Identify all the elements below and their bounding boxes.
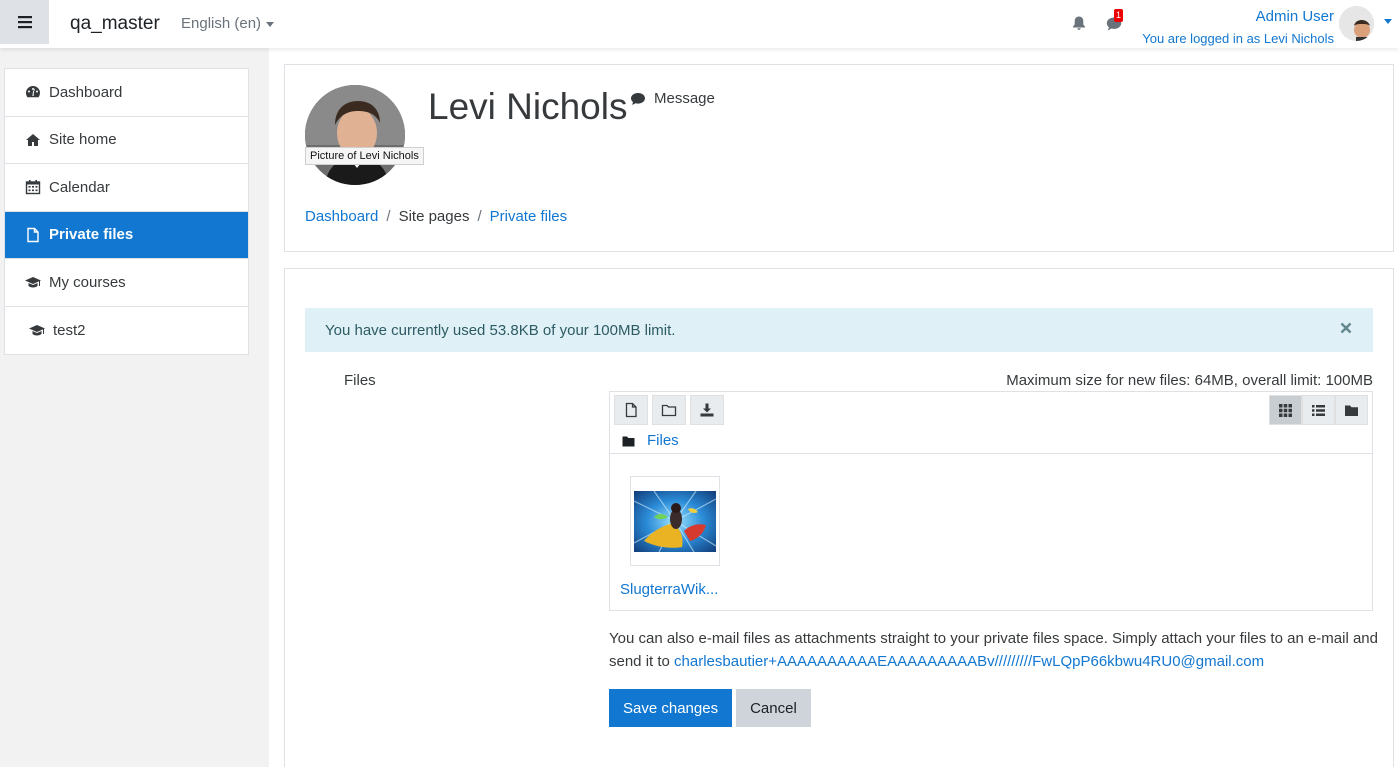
bell-icon[interactable] — [1071, 15, 1087, 31]
quota-alert-text: You have currently used 53.8KB of your 1… — [325, 321, 676, 339]
drawer-item-site-home[interactable]: Site home — [5, 117, 248, 164]
download-icon — [700, 403, 714, 417]
drawer-item-private-files[interactable]: Private files — [5, 211, 248, 259]
grid-icon — [1279, 403, 1292, 417]
email-instructions: You can also e-mail files as attachments… — [609, 627, 1379, 673]
breadcrumb-site-pages: Site pages — [398, 208, 470, 225]
caret-down-icon — [266, 21, 275, 27]
hamburger-icon — [17, 16, 32, 29]
calendar-icon — [25, 180, 41, 195]
view-list-button[interactable] — [1302, 395, 1335, 425]
graduation-cap-icon — [29, 325, 45, 336]
page-header: Picture of Levi Nichols Levi Nichols Mes… — [284, 64, 1394, 252]
save-changes-button[interactable]: Save changes — [609, 689, 733, 727]
breadcrumb-private-files[interactable]: Private files — [490, 208, 568, 225]
message-count-badge: 1 — [1114, 9, 1124, 22]
drawer-item-label: Calendar — [49, 178, 110, 196]
quota-alert: You have currently used 53.8KB of your 1… — [305, 308, 1373, 352]
view-switcher — [1269, 395, 1368, 425]
file-thumbnail[interactable] — [630, 476, 720, 566]
folder-icon — [1345, 405, 1358, 416]
file-manager-divider — [610, 453, 1372, 454]
image-thumbnail — [634, 490, 716, 552]
drawer-item-label: My courses — [49, 273, 126, 291]
folder-icon — [661, 404, 677, 417]
user-menu-name[interactable]: Admin User — [1256, 8, 1334, 25]
form-buttons: Save changes Cancel — [609, 689, 811, 727]
navbar: qa_master English (en) 1 Admin User You … — [0, 0, 1399, 48]
cancel-button[interactable]: Cancel — [736, 689, 811, 727]
user-avatar[interactable] — [1339, 6, 1374, 41]
profile-photo — [305, 85, 405, 185]
files-label: Files — [344, 372, 376, 389]
language-label: English (en) — [181, 15, 262, 32]
view-icons-button[interactable] — [1269, 395, 1302, 425]
drawer-nav-list: Dashboard Site home Calendar Private fil… — [4, 68, 249, 355]
drawer-item-test2[interactable]: test2 — [5, 307, 248, 355]
breadcrumb-separator: / — [477, 208, 482, 225]
download-all-button[interactable] — [690, 395, 724, 425]
main-region: Picture of Levi Nichols Levi Nichols Mes… — [269, 48, 1399, 767]
profile-picture[interactable] — [305, 85, 405, 185]
add-file-button[interactable] — [614, 395, 648, 425]
breadcrumb-separator: / — [386, 208, 391, 225]
graduation-cap-icon — [25, 277, 41, 288]
view-tree-button[interactable] — [1335, 395, 1368, 425]
site-name-link[interactable]: qa_master — [70, 13, 160, 35]
avatar-image — [1339, 6, 1374, 41]
file-icon — [27, 227, 39, 242]
message-button[interactable]: Message — [630, 90, 715, 107]
drawer-item-calendar[interactable]: Calendar — [5, 164, 248, 212]
email-address-link[interactable]: charlesbautier+AAAAAAAAAAEAAAAAAAAABv///… — [674, 653, 1264, 670]
home-icon — [26, 133, 40, 146]
folder-path-link[interactable]: Files — [647, 432, 679, 449]
private-files-card: You have currently used 53.8KB of your 1… — [284, 268, 1394, 767]
dashboard-icon — [26, 86, 40, 98]
drawer-item-label: Site home — [49, 131, 117, 149]
create-folder-button[interactable] — [652, 395, 686, 425]
drawer-item-label: test2 — [53, 321, 86, 339]
close-icon[interactable] — [1339, 321, 1353, 335]
profile-picture-tooltip: Picture of Levi Nichols — [305, 147, 424, 165]
nav-drawer: Dashboard Site home Calendar Private fil… — [0, 48, 269, 767]
drawer-item-my-courses[interactable]: My courses — [5, 259, 248, 307]
max-size-text: Maximum size for new files: 64MB, overal… — [1006, 372, 1373, 389]
folder-icon — [622, 436, 635, 446]
breadcrumb: Dashboard / Site pages / Private files — [305, 208, 567, 225]
breadcrumb-dashboard[interactable]: Dashboard — [305, 208, 378, 225]
logged-in-as-text: You are logged in as Levi Nichols — [1142, 31, 1334, 46]
file-icon — [625, 402, 637, 418]
drawer-item-dashboard[interactable]: Dashboard — [5, 69, 248, 117]
file-name-link[interactable]: SlugterraWik... — [620, 581, 718, 598]
page-title: Levi Nichols — [428, 86, 628, 127]
drawer-toggle-button[interactable] — [0, 0, 49, 44]
language-menu[interactable]: English (en) — [181, 15, 275, 32]
file-manager-toolbar — [614, 395, 724, 425]
message-label: Message — [654, 90, 715, 107]
comment-icon — [631, 92, 645, 105]
file-manager: Files SlugterraWik... — [609, 391, 1373, 611]
folder-path: Files — [622, 432, 679, 449]
user-menu-caret-icon — [1384, 19, 1392, 24]
list-icon — [1312, 404, 1325, 416]
drawer-item-label: Private files — [49, 226, 134, 244]
drawer-item-label: Dashboard — [49, 83, 123, 101]
